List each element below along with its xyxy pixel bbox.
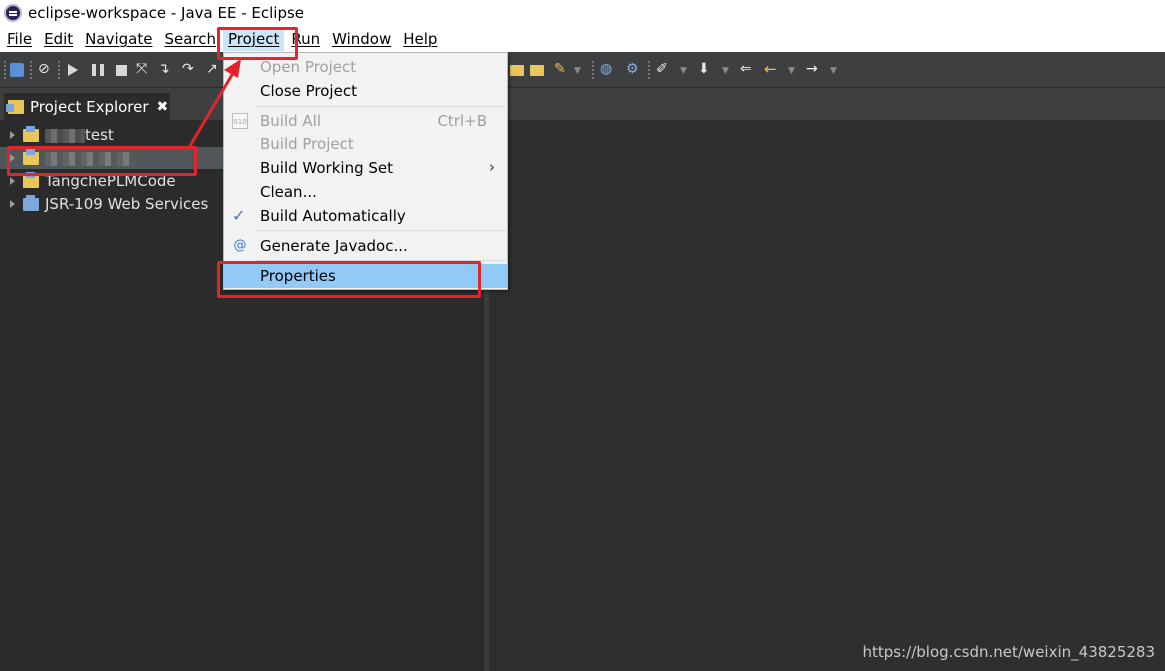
annotation-arrow-shaft (188, 67, 238, 147)
watermark: https://blog.csdn.net/weixin_43825283 (862, 643, 1155, 661)
annotation-arrow (188, 59, 241, 147)
